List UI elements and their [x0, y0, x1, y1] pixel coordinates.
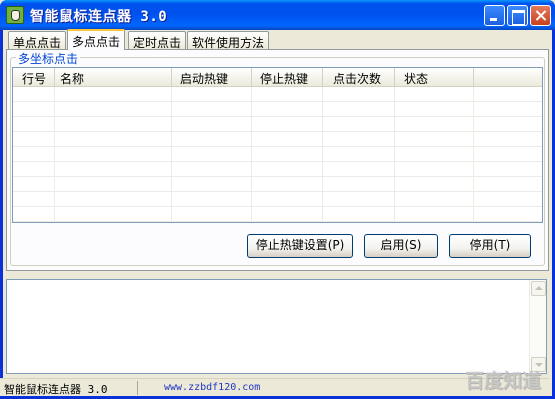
maximize-button[interactable] — [507, 5, 528, 26]
coordinate-list[interactable]: 行号 名称 启动热键 停止热键 点击次数 状态 — [12, 67, 543, 223]
group-label: 多坐标点击 — [16, 50, 81, 67]
tab-single-click[interactable]: 单点点击 — [8, 31, 67, 50]
disable-button[interactable]: 停用(T) — [449, 234, 531, 258]
list-row — [13, 177, 542, 192]
column-header-status[interactable]: 状态 — [395, 68, 474, 87]
column-header-start-hotkey[interactable]: 启动热键 — [172, 68, 252, 87]
status-app-name: 智能鼠标连点器 3.0 — [4, 383, 108, 396]
list-row — [13, 162, 542, 177]
list-row — [13, 147, 542, 162]
list-row — [13, 117, 542, 132]
list-header: 行号 名称 启动热键 停止热键 点击次数 状态 — [13, 68, 542, 87]
column-header-name[interactable]: 名称 — [55, 68, 172, 87]
window-title: 智能鼠标连点器 3.0 — [30, 9, 168, 25]
column-header-row-no[interactable]: 行号 — [13, 68, 55, 87]
title-bar[interactable]: 智能鼠标连点器 3.0 — [0, 0, 555, 30]
column-header-stop-hotkey[interactable]: 停止热键 — [252, 68, 323, 87]
list-row — [13, 192, 542, 207]
list-row — [13, 102, 542, 117]
vertical-scrollbar[interactable] — [529, 280, 546, 373]
tab-usage-help[interactable]: 软件使用方法 — [187, 31, 270, 50]
scroll-up-icon[interactable] — [531, 281, 546, 296]
close-button[interactable] — [530, 5, 551, 26]
list-row — [13, 207, 542, 222]
status-website-link[interactable]: www.zzbdf120.com — [164, 382, 260, 393]
stop-hotkey-settings-button[interactable]: 停止热键设置(P) — [247, 234, 353, 258]
tab-multi-click[interactable]: 多点点击 — [67, 29, 126, 50]
status-divider — [137, 381, 138, 395]
enable-button[interactable]: 启用(S) — [364, 234, 438, 258]
watermark: 百度知道 — [465, 370, 542, 392]
log-textarea[interactable] — [6, 279, 547, 374]
mouse-icon — [6, 6, 24, 24]
list-row — [13, 132, 542, 147]
minimize-button[interactable] — [484, 5, 505, 26]
tab-timed-click[interactable]: 定时点击 — [128, 31, 187, 50]
column-header-click-count[interactable]: 点击次数 — [323, 68, 395, 87]
list-row — [13, 87, 542, 102]
